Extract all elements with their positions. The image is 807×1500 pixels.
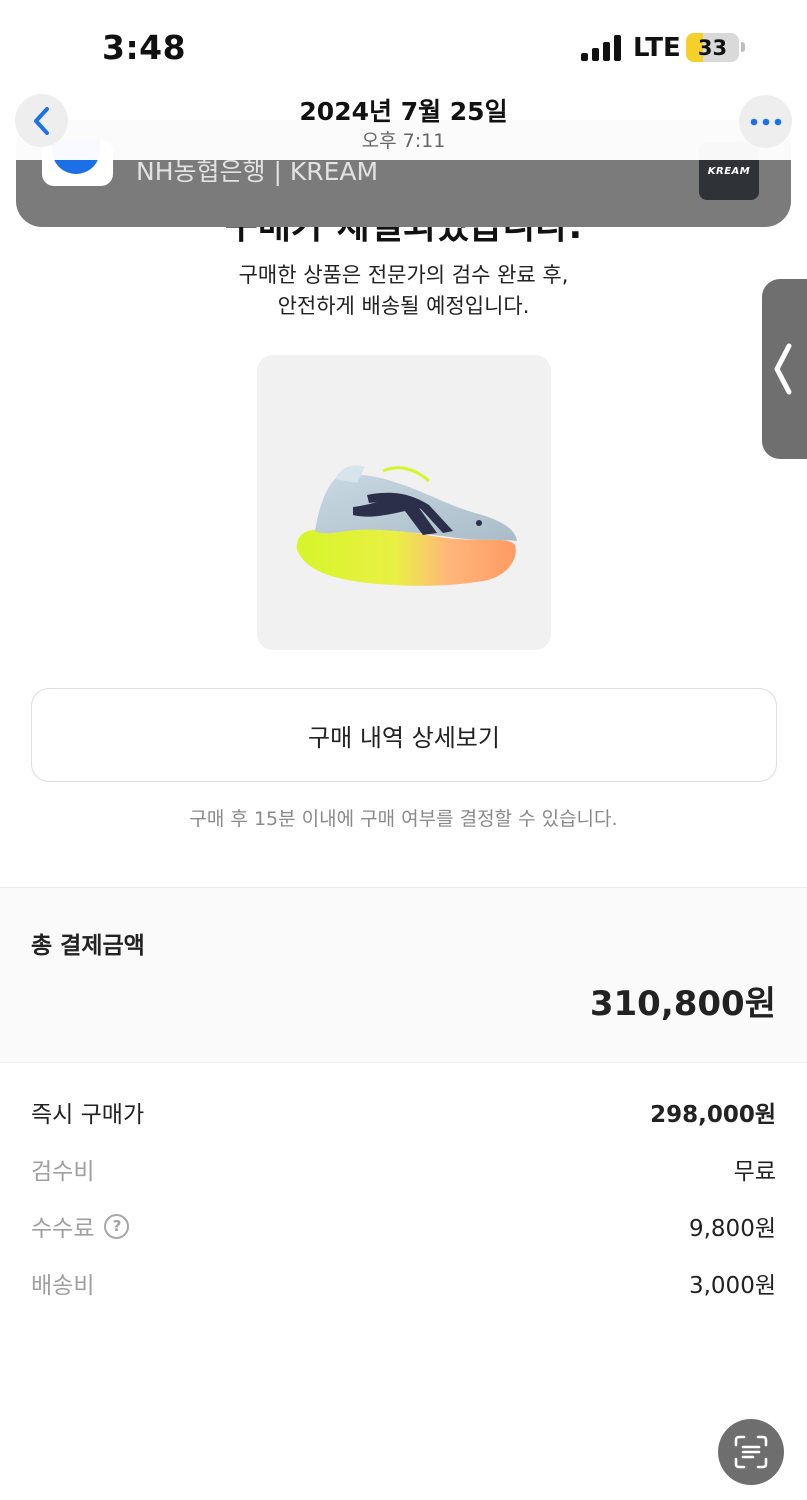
fee-row-instant-price: 즉시 구매가 298,000원 [31, 1095, 776, 1135]
purchase-detail-button[interactable]: 구매 내역 상세보기 [31, 688, 777, 782]
battery-icon: 33 [686, 33, 739, 62]
fee-row-commission: 수수료 ? 9,800원 [31, 1209, 776, 1249]
fee-value: 9,800원 [688, 1216, 776, 1242]
fee-label: 배송비 [31, 1273, 95, 1299]
purchase-subtitle: 구매한 상품은 전문가의 검수 완료 후, 안전하게 배송될 예정입니다. [0, 260, 807, 322]
fee-label: 검수비 [31, 1159, 95, 1185]
conversation-header: 2024년 7월 25일 오후 7:11 [0, 88, 807, 160]
ellipsis-icon [750, 118, 781, 125]
subtitle-line-2: 안전하게 배송될 예정입니다. [277, 294, 530, 318]
signal-icon [581, 35, 623, 61]
fee-value: 298,000원 [650, 1102, 776, 1128]
fee-label: 수수료 [31, 1216, 95, 1242]
total-amount: 310,800원 [589, 984, 776, 1024]
screen: 3:48 LTE 33 구매가 체결되었습니다. NH농협은행 | KREAM … [0, 0, 807, 1500]
fee-row-shipping: 배송비 3,000원 [31, 1266, 776, 1306]
live-text-button[interactable] [718, 1419, 784, 1485]
network-label: LTE [633, 33, 681, 63]
fee-label-wrap: 수수료 ? [31, 1209, 130, 1243]
help-icon[interactable]: ? [104, 1213, 130, 1239]
battery-cap [741, 42, 745, 52]
conversation-time: 오후 7:11 [361, 130, 446, 152]
status-bar: 3:48 LTE 33 [0, 0, 807, 90]
side-panel-handle[interactable] [762, 279, 807, 459]
product-image [257, 355, 551, 650]
more-button[interactable] [739, 95, 792, 148]
subtitle-line-1: 구매한 상품은 전문가의 검수 완료 후, [238, 263, 569, 287]
total-label: 총 결제금액 [31, 933, 145, 959]
total-payment-section: 총 결제금액 310,800원 [0, 887, 807, 1063]
battery-level: 33 [697, 35, 728, 60]
status-time: 3:48 [102, 28, 187, 67]
sneaker-image [296, 465, 517, 586]
decision-notice: 구매 후 15분 이내에 구매 여부를 결정할 수 있습니다. [189, 808, 618, 830]
chevron-left-icon [774, 343, 792, 395]
conversation-date: 2024년 7월 25일 [299, 97, 508, 126]
fee-value: 무료 [733, 1159, 776, 1185]
fee-label: 즉시 구매가 [31, 1102, 145, 1128]
fee-value: 3,000원 [688, 1273, 776, 1299]
fee-row-inspection: 검수비 무료 [31, 1152, 776, 1192]
text-scan-icon [734, 1435, 768, 1469]
